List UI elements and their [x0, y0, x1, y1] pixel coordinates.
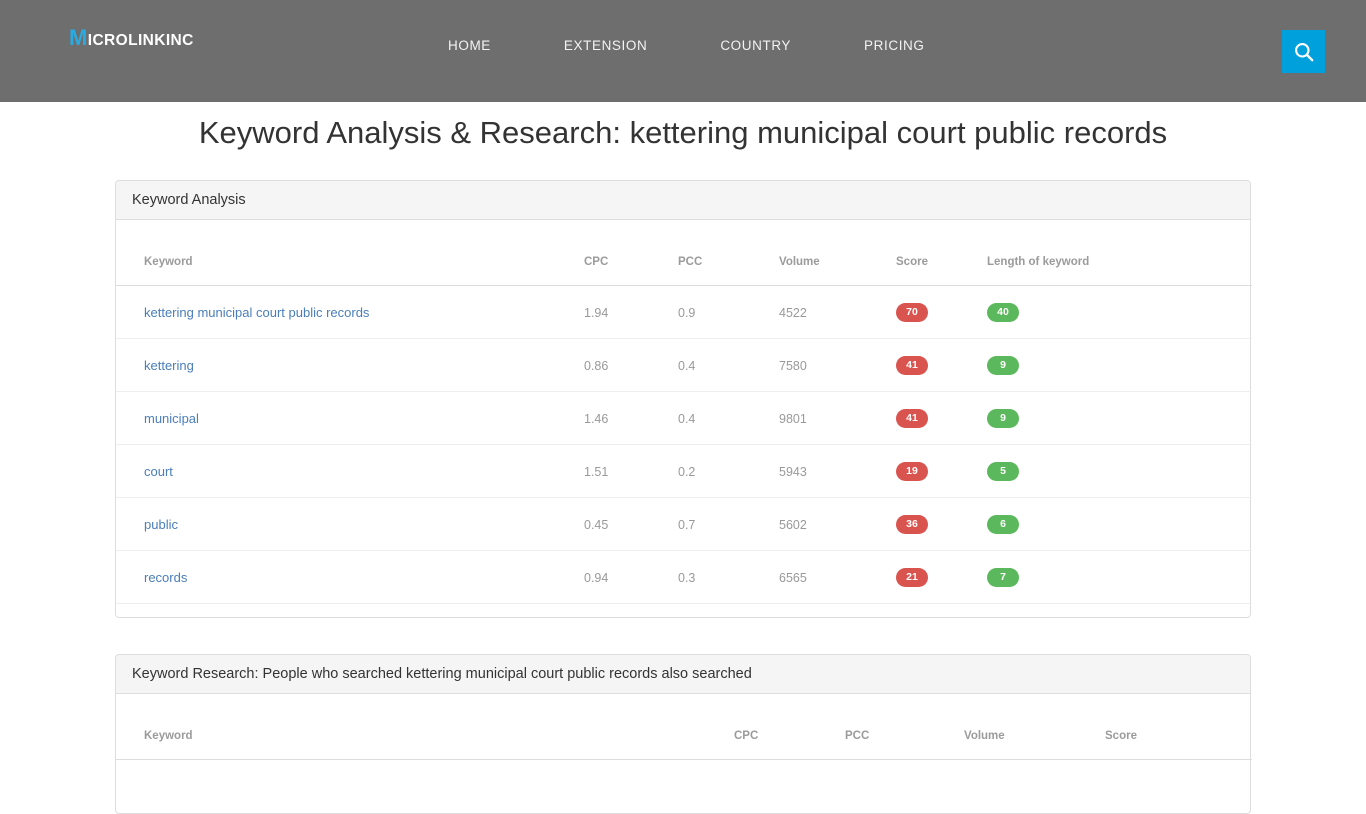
cell-keyword: municipal [116, 391, 584, 445]
keyword-link[interactable]: records [144, 570, 187, 585]
keyword-research-panel-heading: Keyword Research: People who searched ke… [116, 655, 1250, 694]
table-row: court 1.51 0.2 5943 19 5 [116, 444, 1252, 498]
cell-volume: 9801 [779, 391, 896, 445]
cell-cpc: 0.94 [584, 550, 678, 604]
cell-cpc: 1.46 [584, 391, 678, 445]
cell-keyword: records [116, 550, 584, 604]
brand-initial: M [69, 25, 88, 50]
column-header-pcc: PCC [678, 220, 779, 286]
cell-volume: 4522 [779, 285, 896, 339]
cell-pcc: 0.3 [678, 550, 779, 604]
table-row: kettering municipal court public records… [116, 285, 1252, 339]
column-header-score: Score [896, 220, 987, 286]
score-badge: 36 [896, 515, 928, 534]
table-row: kettering 0.86 0.4 7580 41 9 [116, 338, 1252, 392]
cell-pcc: 0.2 [678, 444, 779, 498]
length-badge: 7 [987, 568, 1019, 587]
cell-volume: 5602 [779, 497, 896, 551]
keyword-analysis-title: Keyword Analysis [132, 192, 246, 208]
page-title: Keyword Analysis & Research: kettering m… [198, 115, 1168, 150]
column-header-keyword: Keyword [116, 694, 734, 760]
brand-logo[interactable]: MICROLINKINC [69, 27, 194, 52]
table-row: records 0.94 0.3 6565 21 7 [116, 550, 1252, 604]
cell-pcc: 0.7 [678, 497, 779, 551]
keyword-research-title: Keyword Research: People who searched ke… [132, 666, 752, 682]
keyword-link[interactable]: municipal [144, 411, 199, 426]
keyword-analysis-table-head: Keyword CPC PCC Volume Score Length of k… [116, 220, 1252, 286]
cell-score: 70 [896, 285, 987, 339]
keyword-link[interactable]: court [144, 464, 173, 479]
nav-item-extension[interactable]: EXTENSION [546, 36, 665, 56]
cell-length: 9 [987, 391, 1252, 445]
length-badge: 40 [987, 303, 1019, 322]
cell-length: 40 [987, 285, 1252, 339]
score-badge: 41 [896, 409, 928, 428]
column-header-volume: Volume [779, 220, 896, 286]
keyword-research-panel: Keyword Research: People who searched ke… [115, 654, 1252, 814]
search-icon [1293, 41, 1315, 63]
keyword-link[interactable]: public [144, 517, 178, 532]
column-header-length: Length of keyword [987, 220, 1252, 286]
cell-score: 36 [896, 497, 987, 551]
score-badge: 21 [896, 568, 928, 587]
cell-cpc: 1.94 [584, 285, 678, 339]
length-badge: 9 [987, 356, 1019, 375]
brand-name: ICROLINKINC [87, 32, 194, 49]
column-header-keyword: Keyword [116, 220, 584, 286]
column-header-cpc: CPC [584, 220, 678, 286]
cell-score: 41 [896, 391, 987, 445]
cell-volume: 7580 [779, 338, 896, 392]
score-badge: 41 [896, 356, 928, 375]
column-header-pcc: PCC [845, 694, 964, 760]
keyword-research-table-head: Keyword CPC PCC Volume Score [116, 694, 1252, 760]
cell-score: 21 [896, 550, 987, 604]
cell-keyword: kettering municipal court public records [116, 285, 584, 339]
keyword-link[interactable]: kettering [144, 358, 194, 373]
nav-item-country[interactable]: COUNTRY [702, 36, 809, 56]
cell-length: 7 [987, 550, 1252, 604]
cell-cpc: 1.51 [584, 444, 678, 498]
search-button[interactable] [1282, 30, 1325, 73]
keyword-analysis-panel-body: Keyword CPC PCC Volume Score Length of k… [116, 220, 1252, 604]
column-header-score: Score [1105, 694, 1252, 760]
keyword-analysis-panel-heading: Keyword Analysis [116, 181, 1250, 220]
cell-score: 19 [896, 444, 987, 498]
cell-cpc: 0.45 [584, 497, 678, 551]
cell-volume: 5943 [779, 444, 896, 498]
cell-pcc: 0.9 [678, 285, 779, 339]
length-badge: 5 [987, 462, 1019, 481]
table-row: municipal 1.46 0.4 9801 41 9 [116, 391, 1252, 445]
table-header-row: Keyword CPC PCC Volume Score Length of k… [116, 220, 1252, 286]
length-badge: 6 [987, 515, 1019, 534]
keyword-analysis-table-body: kettering municipal court public records… [116, 285, 1252, 604]
keyword-research-panel-body: Keyword CPC PCC Volume Score [116, 694, 1252, 760]
keyword-research-table: Keyword CPC PCC Volume Score [116, 694, 1252, 760]
cell-score: 41 [896, 338, 987, 392]
column-header-cpc: CPC [734, 694, 845, 760]
score-badge: 19 [896, 462, 928, 481]
nav-item-pricing[interactable]: PRICING [846, 36, 942, 56]
keyword-analysis-panel: Keyword Analysis Keyword CPC PCC Volume … [115, 180, 1252, 618]
cell-cpc: 0.86 [584, 338, 678, 392]
cell-keyword: court [116, 444, 584, 498]
cell-volume: 6565 [779, 550, 896, 604]
column-header-volume: Volume [964, 694, 1105, 760]
cell-pcc: 0.4 [678, 338, 779, 392]
keyword-analysis-table: Keyword CPC PCC Volume Score Length of k… [116, 220, 1252, 604]
cell-length: 6 [987, 497, 1252, 551]
main-navigation: HOME EXTENSION COUNTRY PRICING [430, 36, 943, 56]
score-badge: 70 [896, 303, 928, 322]
cell-length: 5 [987, 444, 1252, 498]
site-header: MICROLINKINC HOME EXTENSION COUNTRY PRIC… [0, 0, 1366, 102]
nav-item-home[interactable]: HOME [430, 36, 509, 56]
keyword-link[interactable]: kettering municipal court public records [144, 305, 369, 320]
cell-pcc: 0.4 [678, 391, 779, 445]
cell-length: 9 [987, 338, 1252, 392]
length-badge: 9 [987, 409, 1019, 428]
cell-keyword: kettering [116, 338, 584, 392]
cell-keyword: public [116, 497, 584, 551]
table-row: public 0.45 0.7 5602 36 6 [116, 497, 1252, 551]
table-header-row: Keyword CPC PCC Volume Score [116, 694, 1252, 760]
